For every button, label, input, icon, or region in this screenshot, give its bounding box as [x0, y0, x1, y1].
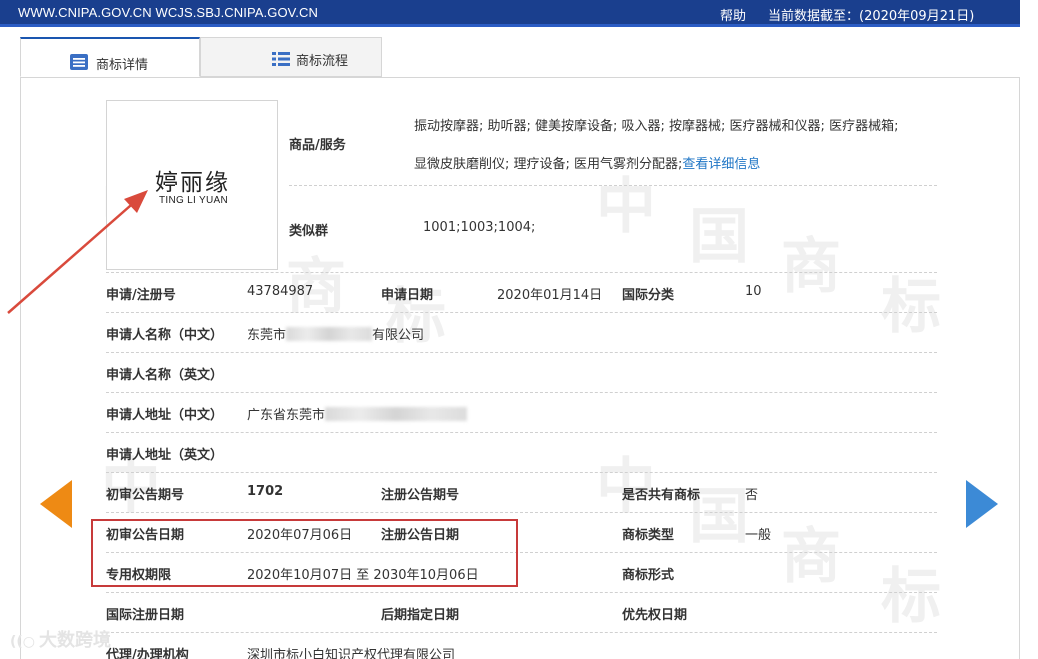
- watermark-logo-icon: ((○: [10, 634, 36, 650]
- address-en-label: 申请人地址（英文）: [106, 448, 224, 463]
- redacted-blur: [286, 327, 373, 341]
- divider: [106, 512, 937, 513]
- shared-label: 是否共有商标: [622, 488, 701, 503]
- priority-date-label: 优先权日期: [622, 608, 688, 623]
- app-date-label: 申请日期: [381, 288, 434, 303]
- divider: [106, 472, 937, 473]
- later-date-label: 后期指定日期: [381, 608, 460, 623]
- next-arrow-icon[interactable]: [966, 480, 998, 528]
- mark-type-label: 商标类型: [622, 528, 675, 543]
- divider: [106, 392, 937, 393]
- applicant-cn-label: 申请人名称（中文）: [106, 328, 224, 343]
- divider: [106, 632, 937, 633]
- tab-trademark-details[interactable]: 商标详情: [20, 37, 200, 77]
- intl-reg-date-label: 国际注册日期: [106, 608, 185, 623]
- app-date-value: 2020年01月14日: [497, 288, 603, 303]
- tab-label: 商标详情: [96, 58, 149, 73]
- goods-services-line2: 显微皮肤磨削仪; 理疗设备; 医用气雾剂分配器;查看详细信息: [414, 153, 760, 172]
- divider: [289, 185, 937, 186]
- intl-class-value: 10: [745, 284, 762, 299]
- watermark-char: 国: [689, 202, 749, 272]
- divider: [106, 272, 937, 273]
- footer-watermark: ((○ 大数跨境: [10, 626, 111, 652]
- help-link[interactable]: 帮助: [720, 5, 746, 24]
- mark-form-label: 商标形式: [622, 568, 675, 583]
- intl-class-label: 国际分类: [622, 288, 675, 303]
- list-detail-icon: [70, 54, 88, 70]
- similar-group-value: 1001;1003;1004;: [423, 220, 536, 235]
- address-cn-prefix: 广东省东莞市: [247, 408, 326, 423]
- applicant-cn-value: 东莞市 有限公司: [247, 324, 424, 343]
- goods-services-line1: 振动按摩器; 助听器; 健美按摩设备; 吸入器; 按摩器械; 医疗器械和仪器; …: [414, 119, 899, 134]
- prev-arrow-icon[interactable]: [40, 480, 72, 528]
- similar-group-label: 类似群: [289, 224, 329, 239]
- highlight-box: [91, 519, 518, 587]
- divider: [106, 432, 937, 433]
- applicant-en-label: 申请人名称（英文）: [106, 368, 224, 383]
- goods-services-text: 显微皮肤磨削仪; 理疗设备; 医用气雾剂分配器;: [414, 157, 683, 172]
- annotation-arrow-icon: [7, 190, 148, 314]
- site-urls[interactable]: WWW.CNIPA.GOV.CN WCJS.SBJ.CNIPA.GOV.CN: [18, 5, 318, 20]
- list-flow-icon: [272, 52, 290, 66]
- reg-issue-label: 注册公告期号: [381, 488, 460, 503]
- applicant-cn-suffix: 有限公司: [372, 328, 425, 343]
- data-as-of: 当前数据截至：(2020年09月21日): [768, 9, 975, 24]
- top-bar: WWW.CNIPA.GOV.CN WCJS.SBJ.CNIPA.GOV.CN 帮…: [0, 0, 1020, 27]
- logo-chinese-text: 婷丽缘: [155, 170, 230, 196]
- prelim-issue-label: 初审公告期号: [106, 488, 185, 503]
- redacted-blur: [325, 407, 468, 421]
- address-cn-value: 广东省东莞市: [247, 404, 468, 423]
- prelim-issue-value: 1702: [247, 484, 284, 499]
- agent-label: 代理/办理机构: [106, 648, 189, 659]
- address-cn-label: 申请人地址（中文）: [106, 408, 224, 423]
- reg-no-value: 43784987: [247, 284, 314, 299]
- agent-value: 深圳市标小白知识产权代理有限公司: [247, 648, 456, 659]
- divider: [106, 592, 937, 593]
- divider: [106, 312, 937, 313]
- logo-english-text: TING LI YUAN: [159, 195, 228, 206]
- applicant-cn-prefix: 东莞市: [247, 328, 287, 343]
- view-details-link[interactable]: 查看详细信息: [682, 157, 760, 172]
- divider: [106, 352, 937, 353]
- mark-type-value: 一般: [745, 528, 772, 543]
- footer-watermark-text: 大数跨境: [39, 630, 112, 651]
- goods-services-label: 商品/服务: [289, 138, 346, 153]
- watermark-char: 商: [781, 232, 841, 302]
- tab-label: 商标流程: [296, 54, 349, 69]
- shared-value: 否: [745, 488, 759, 503]
- tab-trademark-process[interactable]: 商标流程: [200, 37, 382, 77]
